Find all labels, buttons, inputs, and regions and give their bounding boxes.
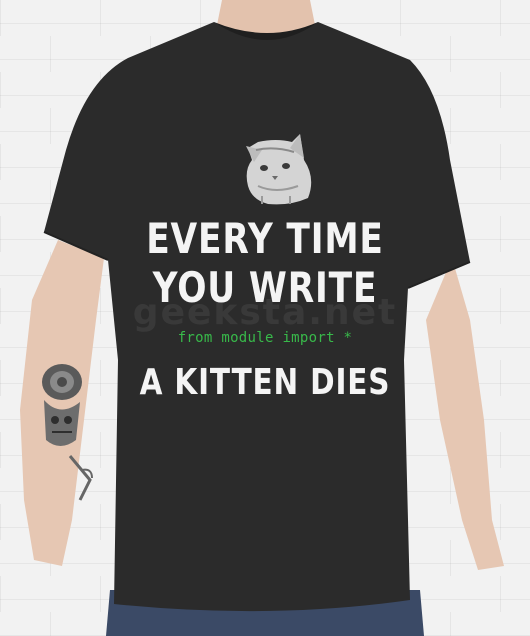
product-photo: EVERY TIME YOU WRITE geeksta.net from mo…	[0, 0, 530, 636]
watermark-text: geeksta.net	[132, 292, 398, 333]
print-line-kitten-dies: A KITTEN DIES	[139, 362, 391, 403]
print-code-line: from module import *	[177, 330, 353, 346]
tshirt-print: EVERY TIME YOU WRITE geeksta.net from mo…	[0, 0, 530, 636]
print-line-every-time: EVERY TIME	[146, 214, 384, 263]
